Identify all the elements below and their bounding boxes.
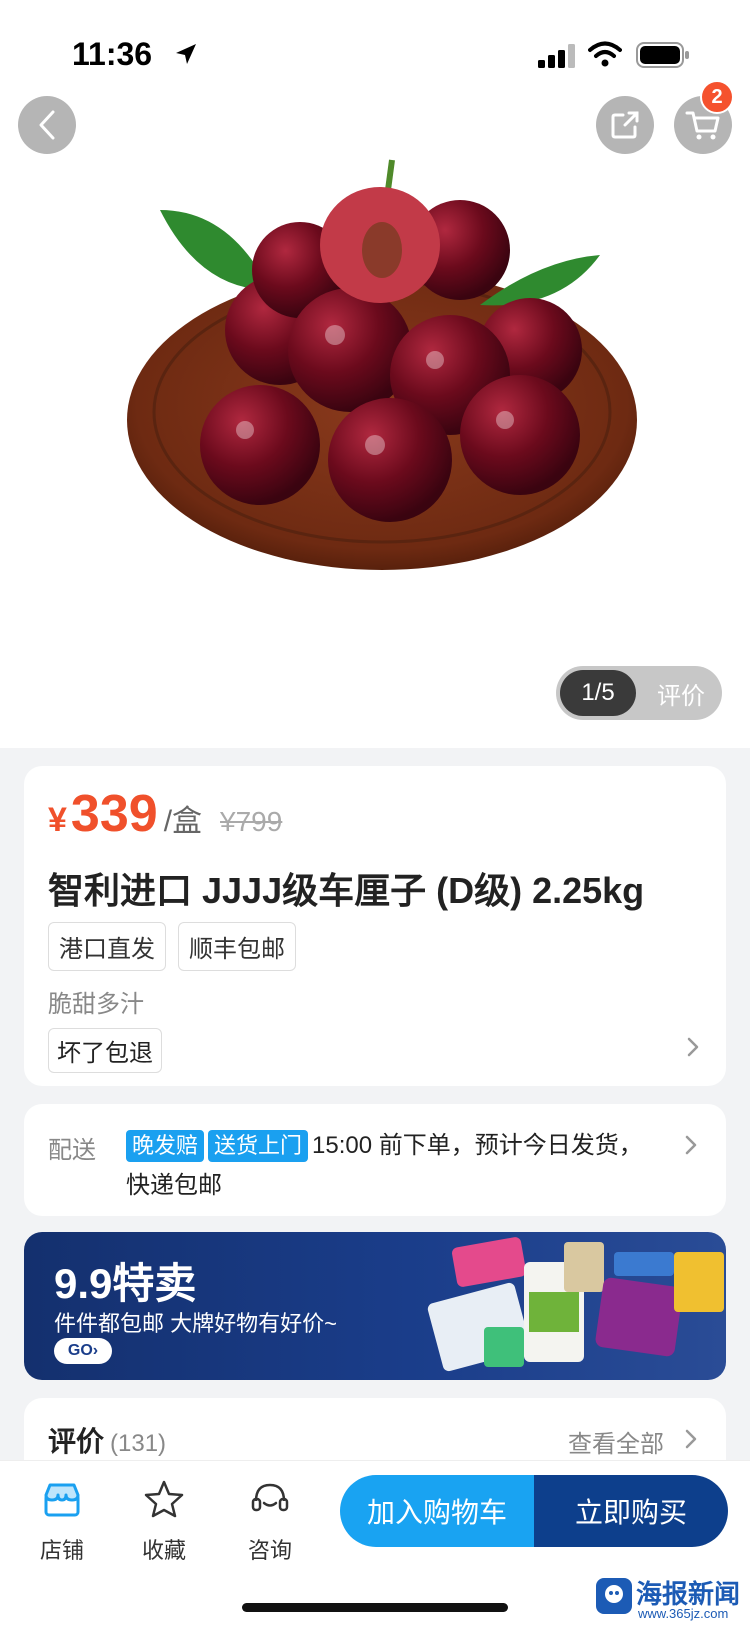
consult-button[interactable]: 咨询 <box>230 1479 310 1569</box>
add-to-cart-button[interactable]: 加入购物车 <box>340 1475 534 1547</box>
currency-symbol: ¥ <box>48 801 67 839</box>
reviews-heading: 评价 (131) <box>48 1420 166 1460</box>
customer-service-icon <box>251 1483 289 1512</box>
location-arrow-icon <box>176 44 196 64</box>
service-policy-row[interactable]: 坏了包退 <box>48 1028 702 1073</box>
promo-goods-image <box>427 1237 724 1372</box>
chevron-right-icon <box>685 1135 697 1155</box>
watermark-logo-icon <box>596 1578 632 1614</box>
chevron-right-icon <box>687 1037 699 1057</box>
promo-title: 9.9特卖 <box>54 1260 197 1307</box>
watermark-url: www.365jz.com <box>638 1606 729 1621</box>
image-count: 1/5 <box>560 670 636 716</box>
store-label: 店铺 <box>39 1538 84 1563</box>
battery-icon <box>636 42 689 68</box>
cellular-signal-icon <box>538 44 575 68</box>
promo-subtitle: 件件都包邮 大牌好物有好价~ <box>54 1311 337 1336</box>
product-tag: 顺丰包邮 <box>178 922 296 971</box>
late-compensation-tag: 晚发赔 <box>126 1130 205 1162</box>
price-unit: /盒 <box>163 805 203 838</box>
delivery-label: 配送 <box>48 1137 96 1164</box>
home-indicator <box>242 1603 508 1612</box>
price-row: ¥ 339 /盒 ¥799 <box>48 784 282 848</box>
delivery-card[interactable]: 配送 晚发赔 送货上门 15:00 前下单，预计今日发货，快递包邮 <box>24 1104 726 1216</box>
reviews-title: 评价 <box>48 1426 105 1457</box>
product-image[interactable] <box>120 150 640 600</box>
consult-label: 咨询 <box>247 1538 292 1563</box>
product-info-card: ¥ 339 /盒 ¥799 智利进口 JJJJ级车厘子 (D级) 2.25kg … <box>24 766 726 1086</box>
return-policy-tag: 坏了包退 <box>48 1028 162 1073</box>
chevron-left-icon <box>39 110 55 140</box>
image-indicator[interactable]: 1/5 评价 <box>556 666 722 720</box>
status-bar: 11:36 <box>0 0 750 100</box>
review-tab[interactable]: 评价 <box>646 666 716 720</box>
favorite-label: 收藏 <box>141 1538 186 1563</box>
home-delivery-tag: 送货上门 <box>208 1130 309 1162</box>
promo-banner[interactable]: 9.9特卖 件件都包邮 大牌好物有好价~ GO› <box>24 1232 726 1380</box>
star-icon <box>144 1480 184 1518</box>
product-tag: 港口直发 <box>48 922 166 971</box>
product-price: 339 <box>70 785 158 843</box>
product-title: 智利进口 JJJJ级车厘子 (D级) 2.25kg <box>48 870 645 911</box>
status-time: 11:36 <box>72 36 153 72</box>
store-button[interactable]: 店铺 <box>22 1479 102 1569</box>
reviews-count: (131) <box>110 1430 167 1457</box>
product-tags: 港口直发 顺丰包邮 <box>48 922 296 971</box>
delivery-info: 晚发赔 送货上门 15:00 前下单，预计今日发货，快递包邮 <box>126 1126 646 1206</box>
watermark: 海报新闻 www.365jz.com <box>594 1574 750 1624</box>
back-button[interactable] <box>18 96 76 154</box>
share-button[interactable] <box>596 96 654 154</box>
favorite-button[interactable]: 收藏 <box>124 1479 204 1569</box>
wifi-icon <box>588 41 622 67</box>
buy-now-button[interactable]: 立即购买 <box>534 1475 728 1547</box>
chevron-right-icon <box>685 1429 697 1449</box>
view-all-reviews-link[interactable]: 查看全部 <box>568 1424 664 1459</box>
cart-badge: 2 <box>700 80 734 114</box>
promo-go-button[interactable]: GO› <box>54 1338 112 1364</box>
product-subtitle: 脆甜多汁 <box>48 991 144 1018</box>
store-icon <box>44 1483 80 1517</box>
share-icon <box>611 111 639 139</box>
original-price: ¥799 <box>220 806 283 837</box>
